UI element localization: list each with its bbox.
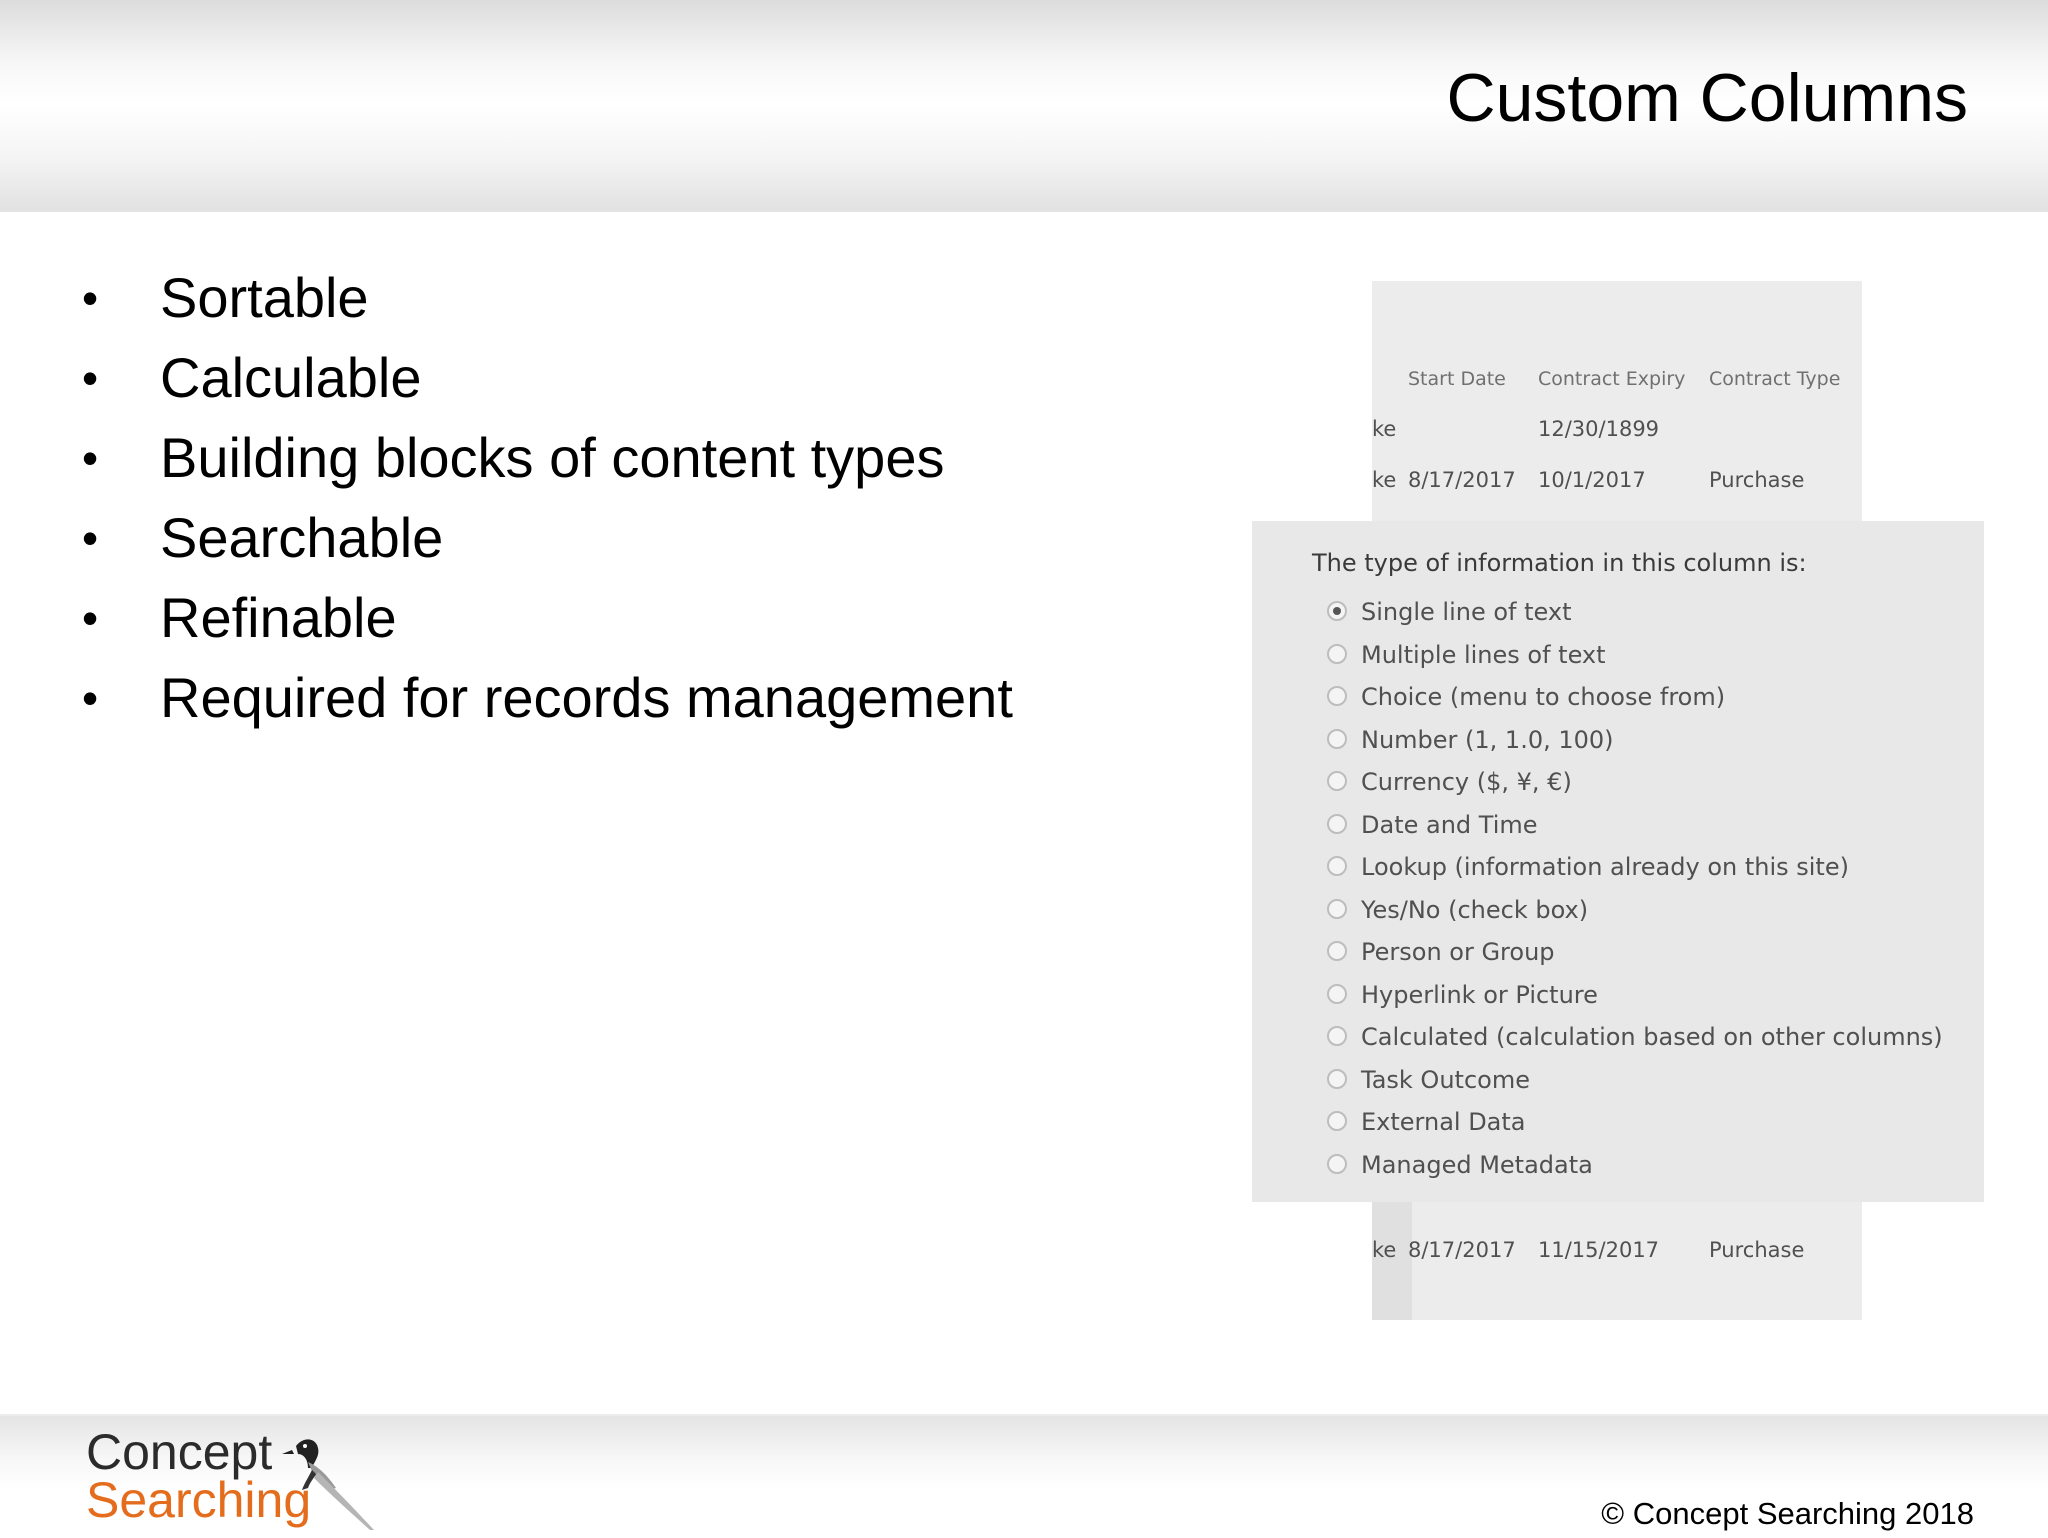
bullet-item: • Calculable [82, 338, 1013, 418]
column-type-option[interactable]: Choice (menu to choose from) [1327, 676, 1943, 719]
radio-icon[interactable] [1327, 1111, 1347, 1131]
bullet-list: • Sortable • Calculable • Building blocks o… [82, 258, 1013, 738]
radio-icon[interactable] [1327, 1068, 1347, 1089]
column-type-options: Single line of text Multiple lines of te… [1327, 591, 1943, 1186]
column-type-label: The type of information in this column i… [1312, 549, 1807, 577]
bullet-dot-icon: • [82, 432, 99, 484]
cell-contract-expiry: 11/15/2017 [1538, 1238, 1660, 1262]
bullet-item: • Building blocks of content types [82, 418, 1013, 498]
concept-searching-logo: Concept Searching [86, 1424, 386, 1534]
bullet-item: • Refinable [82, 578, 1013, 658]
cell-start-date: 8/17/2017 [1408, 468, 1516, 492]
cell-contract-type: Purchase [1709, 1238, 1805, 1262]
radio-icon[interactable] [1327, 898, 1347, 919]
cell-contract-expiry: 10/1/2017 [1538, 468, 1646, 492]
table-row[interactable]: ke 12/30/1899 [1372, 417, 1862, 457]
radio-icon[interactable] [1327, 813, 1347, 834]
radio-icon[interactable] [1327, 686, 1347, 706]
cell-contract-type: Purchase [1709, 468, 1805, 492]
column-type-option[interactable]: Date and Time [1327, 804, 1943, 847]
column-type-option[interactable]: External Data [1327, 1101, 1943, 1144]
radio-icon[interactable] [1327, 941, 1347, 961]
copyright-text: © Concept Searching 2018 [1601, 1496, 1974, 1531]
column-type-option[interactable]: Hyperlink or Picture [1327, 974, 1943, 1017]
column-type-option[interactable]: Person or Group [1327, 931, 1943, 974]
column-type-option[interactable]: Currency ($, ¥, €) [1327, 761, 1943, 804]
column-type-option[interactable]: Yes/No (check box) [1327, 889, 1943, 932]
column-type-option[interactable]: Managed Metadata [1327, 1144, 1943, 1187]
bullet-item: • Required for records management [82, 658, 1013, 738]
magpie-bird-icon [282, 1439, 374, 1530]
radio-icon[interactable] [1327, 1026, 1347, 1046]
slide-header: Custom Columns [0, 0, 2048, 212]
table-row[interactable]: ke 8/17/2017 11/15/2017 Purchase [1372, 1238, 1862, 1278]
bullet-item: • Searchable [82, 498, 1013, 578]
radio-icon[interactable] [1327, 771, 1347, 791]
column-header-start-date[interactable]: Start Date [1408, 368, 1506, 390]
bullet-dot-icon: • [82, 352, 99, 404]
cell-contract-expiry: 12/30/1899 [1538, 417, 1660, 441]
column-header-contract-expiry[interactable]: Contract Expiry [1538, 368, 1685, 390]
bullet-dot-icon: • [82, 672, 99, 724]
column-type-option[interactable]: Calculated (calculation based on other c… [1327, 1016, 1943, 1059]
cell-prefix: ke [1372, 417, 1397, 441]
column-header-contract-type[interactable]: Contract Type [1709, 368, 1840, 390]
column-type-option[interactable]: Single line of text [1327, 591, 1943, 634]
bullet-dot-icon: • [82, 512, 99, 564]
radio-icon[interactable] [1327, 728, 1347, 749]
column-type-option[interactable]: Number (1, 1.0, 100) [1327, 719, 1943, 762]
cell-start-date: 8/17/2017 [1408, 1238, 1516, 1262]
bullet-dot-icon: • [82, 272, 99, 324]
column-type-option[interactable]: Lookup (information already on this site… [1327, 846, 1943, 889]
bullet-dot-icon: • [82, 592, 99, 644]
column-type-option[interactable]: Task Outcome [1327, 1059, 1943, 1102]
radio-icon[interactable] [1327, 643, 1347, 664]
table-row[interactable]: ke 8/17/2017 10/1/2017 Purchase [1372, 468, 1862, 508]
slide-title: Custom Columns [1446, 60, 1969, 136]
cell-prefix: ke [1372, 468, 1397, 492]
column-type-panel: The type of information in this column i… [1252, 521, 1984, 1202]
grid-header-row: Start Date Contract Expiry Contract Type [1372, 368, 1862, 408]
cell-prefix: ke [1372, 1238, 1397, 1262]
radio-checked-icon[interactable] [1327, 601, 1347, 621]
bullet-item: • Sortable [82, 258, 1013, 338]
radio-icon[interactable] [1327, 856, 1347, 876]
radio-icon[interactable] [1327, 983, 1347, 1004]
column-type-option[interactable]: Multiple lines of text [1327, 634, 1943, 677]
radio-icon[interactable] [1327, 1153, 1347, 1174]
